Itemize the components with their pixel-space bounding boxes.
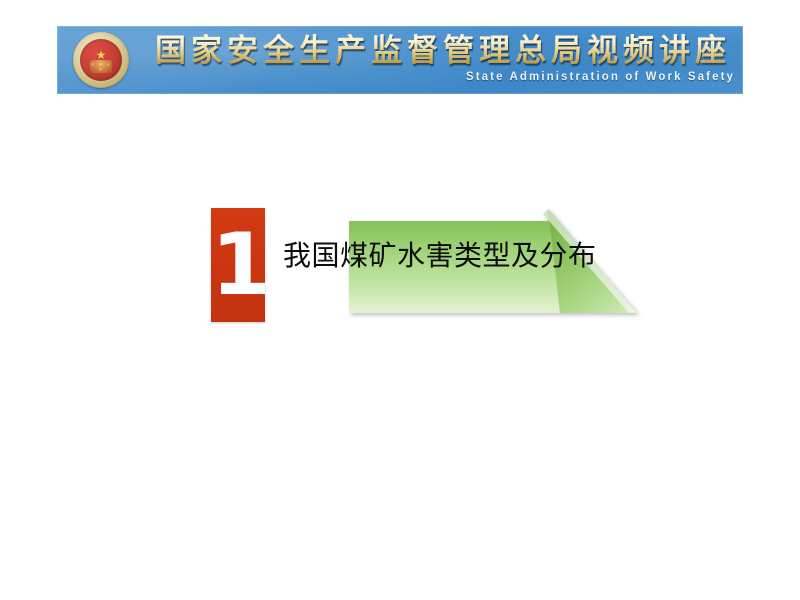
slide-canvas: ★ ★ ★ ★ ★ 国家安全生产监督管理总局视频讲座 State Adminis… — [0, 0, 800, 600]
section-block: 1 我国煤矿水害类型及分布 — [0, 0, 800, 600]
section-number-label: 1 — [211, 215, 271, 315]
section-number-block: 1 — [211, 208, 271, 322]
section-heading-text: 我国煤矿水害类型及分布 — [283, 239, 597, 272]
